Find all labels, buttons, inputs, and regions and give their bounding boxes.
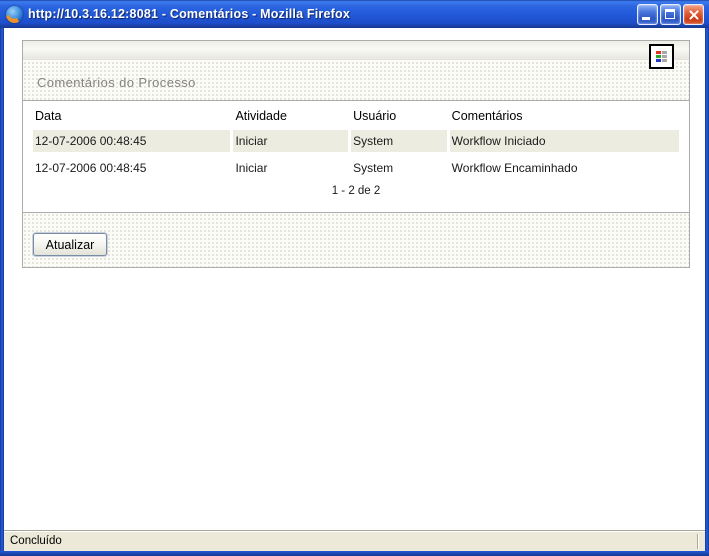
window-frame-bottom	[0, 551, 709, 556]
column-header-atividade: Atividade	[235, 109, 287, 123]
cell-comentarios: Workflow Encaminhado	[451, 161, 578, 175]
minimize-button[interactable]	[637, 3, 658, 25]
pagination-label: 1 - 2 de 2	[331, 185, 381, 197]
column-header-comentarios: Comentários	[451, 109, 523, 123]
minimize-icon	[642, 16, 650, 20]
window-controls	[637, 3, 704, 25]
firefox-logo-icon	[6, 5, 23, 23]
browser-window: http://10.3.16.12:8081 - Comentários - M…	[0, 0, 709, 556]
cell-atividade: Iniciar	[235, 161, 268, 175]
panel-header: Comentários do Processo	[23, 41, 689, 101]
cell-atividade: Iniciar	[233, 130, 349, 152]
panel-title: Comentários do Processo	[37, 75, 196, 90]
column-header-usuario: Usuário	[353, 109, 397, 123]
maximize-button[interactable]	[660, 3, 681, 25]
panel-footer: Atualizar	[23, 212, 689, 267]
cell-comentarios: Workflow Iniciado	[449, 130, 679, 152]
close-button[interactable]	[683, 3, 704, 25]
titlebar: http://10.3.16.12:8081 - Comentários - M…	[0, 0, 709, 28]
table-header-row: Data Atividade Usuário Comentários	[33, 106, 679, 125]
window-title: http://10.3.16.12:8081 - Comentários - M…	[28, 7, 350, 21]
cell-usuario: System	[353, 161, 394, 175]
table-row: 12-07-2006 00:48:45 Iniciar System Workf…	[33, 157, 679, 179]
window-frame-right	[705, 28, 709, 551]
cell-data: 12-07-2006 00:48:45	[33, 130, 231, 152]
status-bar: Concluído	[4, 530, 705, 551]
comments-table: Data Atividade Usuário Comentários 12-07…	[30, 101, 682, 184]
status-text: Concluído	[10, 535, 62, 547]
legend-grid-icon[interactable]	[649, 44, 674, 69]
table-row: 12-07-2006 00:48:45 Iniciar System Workf…	[33, 130, 679, 152]
comments-table-area: Data Atividade Usuário Comentários 12-07…	[23, 101, 689, 212]
column-header-data: Data	[35, 109, 62, 123]
cell-data: 12-07-2006 00:48:45	[35, 161, 147, 175]
process-comments-panel: Comentários do Processo Data Atividade U…	[22, 40, 690, 268]
refresh-button[interactable]: Atualizar	[33, 233, 107, 256]
cell-usuario: System	[351, 130, 447, 152]
maximize-icon	[665, 8, 675, 19]
statusbar-divider	[697, 534, 699, 549]
page-content: Comentários do Processo Data Atividade U…	[4, 28, 705, 530]
